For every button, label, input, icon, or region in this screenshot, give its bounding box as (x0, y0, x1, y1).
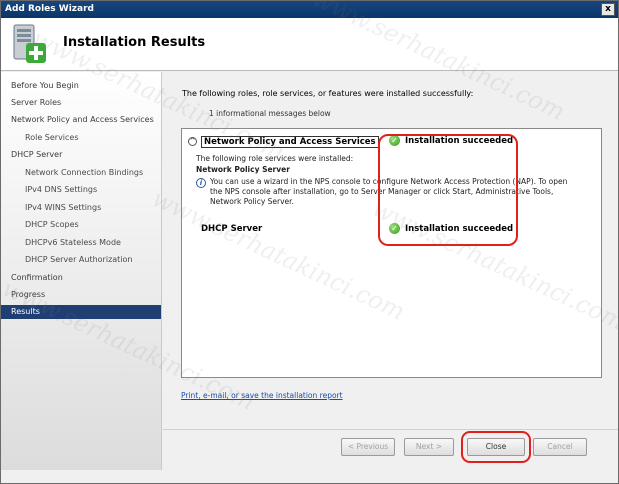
nap-info-line-3: Network Policy Server. (210, 197, 294, 206)
nav-item-progress[interactable]: Progress (11, 288, 45, 302)
nav-item-server-roles[interactable]: Server Roles (11, 96, 61, 110)
close-highlight-annotation (461, 431, 531, 463)
next-button[interactable]: Next > (404, 438, 454, 456)
intro-text: The following roles, role services, or f… (182, 89, 474, 98)
info-message-count: 1 informational messages below (209, 109, 331, 118)
role-service-nps: Network Policy Server (196, 165, 290, 174)
nav-item-network-connection-bindings[interactable]: Network Connection Bindings (25, 166, 143, 180)
nav-item-role-services[interactable]: Role Services (25, 131, 79, 145)
bottom-strip (1, 470, 618, 483)
page-title: Installation Results (63, 35, 206, 50)
wizard-footer: < Previous Next > Close Cancel (163, 429, 618, 470)
add-roles-wizard-window: Add Roles Wizard x Installation Results … (0, 0, 619, 484)
nav-item-dhcp-scopes[interactable]: DHCP Scopes (25, 218, 79, 232)
nav-item-confirmation[interactable]: Confirmation (11, 271, 63, 285)
close-window-button[interactable]: x (601, 3, 615, 16)
wizard-steps-nav: Before You Begin Server Roles Network Po… (1, 72, 162, 470)
nav-item-dhcp-server-authorization[interactable]: DHCP Server Authorization (25, 253, 133, 267)
info-icon: i (196, 178, 206, 188)
nav-item-before-you-begin[interactable]: Before You Begin (11, 79, 79, 93)
nav-item-network-policy[interactable]: Network Policy and Access Services (11, 113, 154, 127)
nav-item-dhcp-server[interactable]: DHCP Server (11, 148, 62, 162)
results-content: The following roles, role services, or f… (163, 72, 618, 429)
collapse-icon[interactable]: ^ (188, 137, 197, 146)
cancel-button[interactable]: Cancel (533, 438, 587, 456)
installation-report-link[interactable]: Print, e-mail, or save the installation … (181, 391, 343, 400)
section-title-npas: Network Policy and Access Services (201, 136, 379, 148)
highlight-annotation (378, 134, 518, 246)
nav-item-dhcpv6-stateless-mode[interactable]: DHCPv6 Stateless Mode (25, 236, 121, 250)
window-title: Add Roles Wizard (5, 4, 94, 14)
nav-item-ipv4-dns-settings[interactable]: IPv4 DNS Settings (25, 183, 97, 197)
role-services-intro: The following role services were install… (196, 154, 354, 163)
wizard-header: Installation Results (1, 18, 618, 71)
nav-item-results[interactable]: Results (1, 305, 161, 319)
server-roles-icon (13, 24, 46, 63)
section-title-dhcp: DHCP Server (201, 224, 263, 234)
previous-button[interactable]: < Previous (341, 438, 395, 456)
title-bar: Add Roles Wizard x (1, 1, 618, 18)
nav-item-ipv4-wins-settings[interactable]: IPv4 WINS Settings (25, 201, 101, 215)
